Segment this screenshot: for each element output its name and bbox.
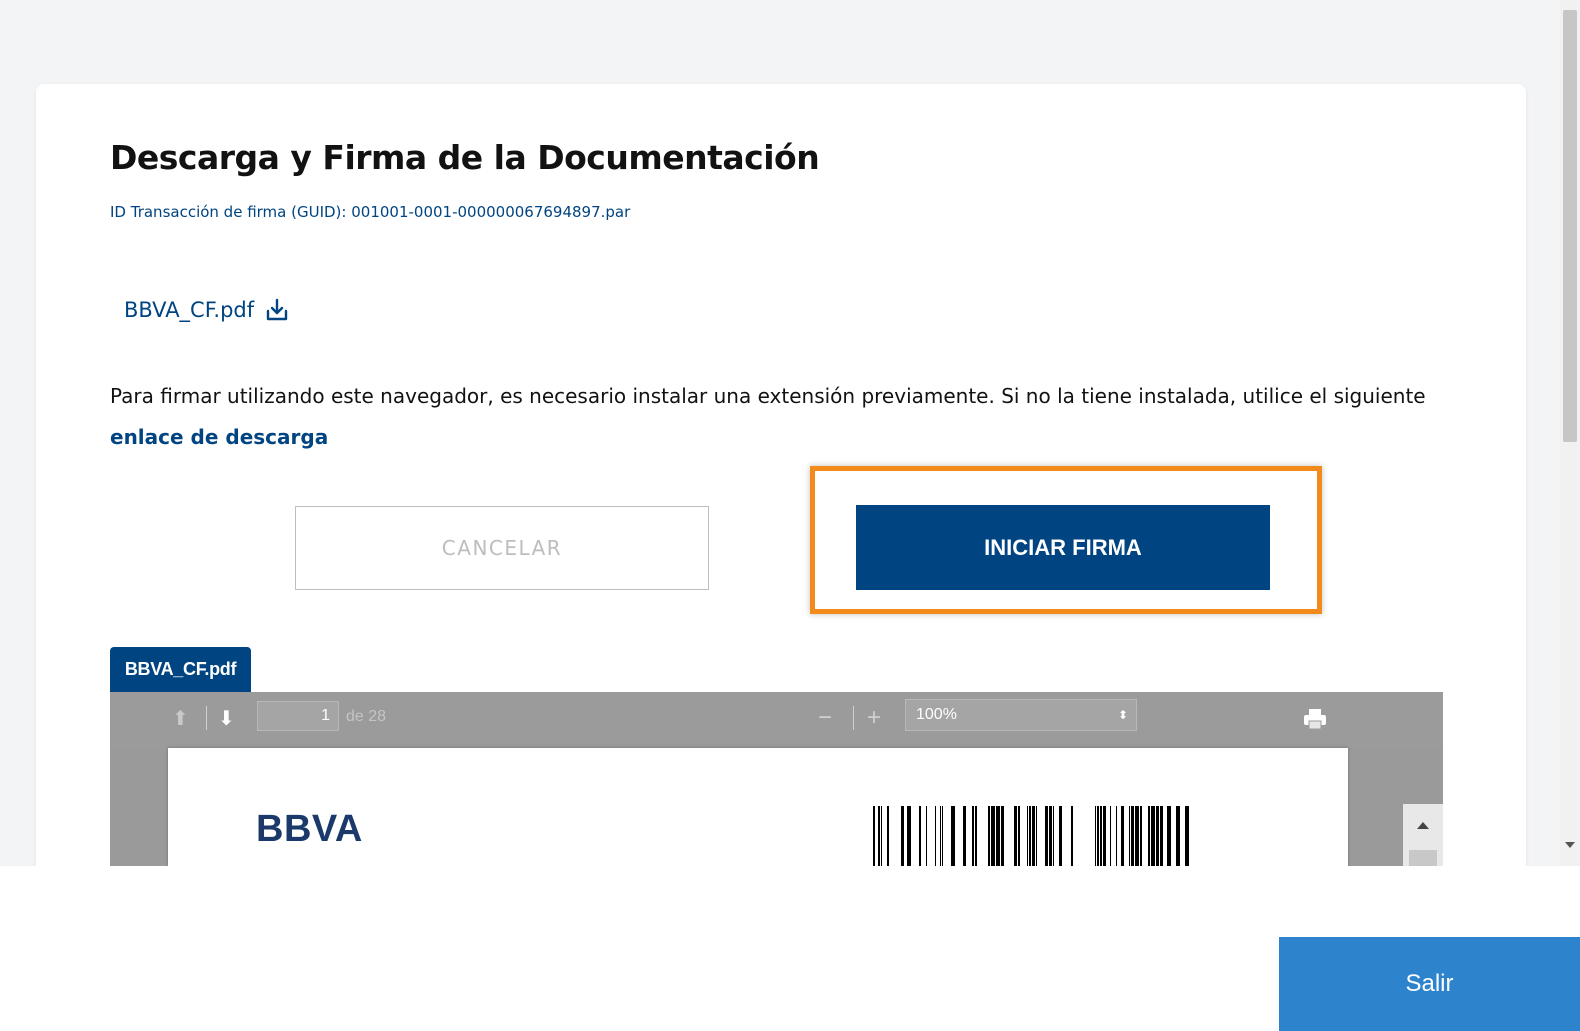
pdf-document-area: BBVA [110,748,1443,866]
scroll-down-icon[interactable] [1565,842,1575,848]
page-total: de 28 [346,708,387,725]
scroll-up-icon[interactable] [1417,822,1429,829]
viewer-scrollbar[interactable] [1403,804,1443,866]
barcode-image [873,806,1193,866]
zoom-select[interactable]: 100% ⬍ [905,699,1137,731]
page-number-input[interactable]: 1 [257,701,339,731]
printer-icon[interactable] [1302,707,1328,731]
cancel-button[interactable]: CANCELAR [295,506,709,590]
zoom-in-button[interactable]: + [867,704,881,732]
exit-button[interactable]: Salir [1279,937,1580,1031]
zoom-value: 100% [916,706,957,723]
page-viewport: Descarga y Firma de la Documentación ID … [0,0,1560,866]
arrow-down-icon[interactable]: ⬇ [218,708,235,730]
scroll-thumb[interactable] [1409,850,1437,866]
file-name: BBVA_CF.pdf [124,298,255,322]
download-extension-link[interactable]: enlace de descarga [110,425,328,449]
bbva-logo: BBVA [256,808,363,850]
toolbar-divider [853,706,854,730]
extension-notice: Para firmar utilizando este navegador, e… [110,376,1450,458]
page-title: Descarga y Firma de la Documentación [110,138,820,177]
page-scroll-thumb[interactable] [1563,10,1577,442]
pdf-page: BBVA [168,748,1348,866]
select-caret-icon: ⬍ [1117,708,1128,722]
extension-notice-text: Para firmar utilizando este navegador, e… [110,384,1426,408]
viewer-tab[interactable]: BBVA_CF.pdf [110,647,251,692]
toolbar-divider [206,706,207,730]
transaction-guid: ID Transacción de firma (GUID): 001001-0… [110,203,631,221]
pdf-viewer: ⬆ ⬇ 1 de 28 − + 100% ⬍ BBVA [110,692,1443,866]
arrow-up-icon[interactable]: ⬆ [172,708,189,730]
file-download-link[interactable]: BBVA_CF.pdf [124,297,290,323]
start-signing-button[interactable]: INICIAR FIRMA [856,505,1270,590]
zoom-out-button[interactable]: − [818,704,832,732]
download-icon [266,298,288,321]
pdf-toolbar: ⬆ ⬇ 1 de 28 − + 100% ⬍ [110,692,1443,748]
page-scrollbar[interactable] [1560,0,1580,866]
